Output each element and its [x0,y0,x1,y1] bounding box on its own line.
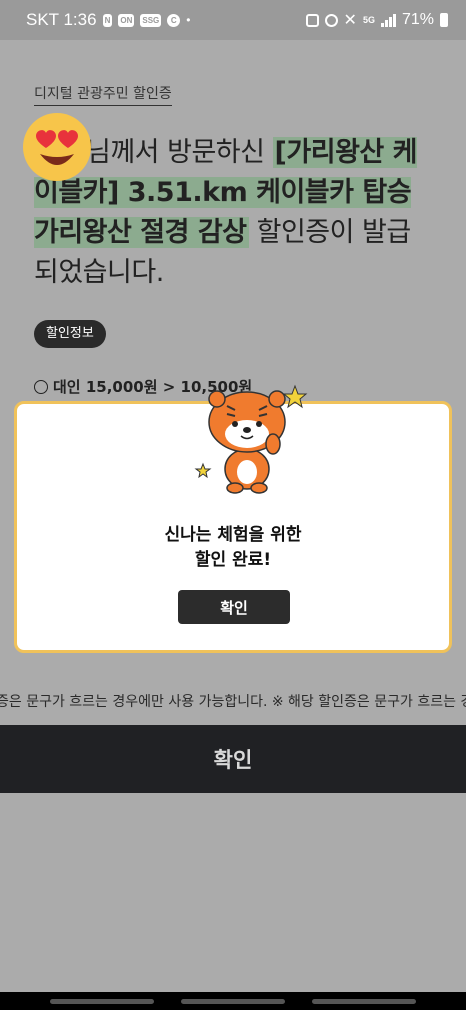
back-button[interactable] [312,999,416,1004]
modal-title-line-2: 할인 완료! [194,550,272,570]
ssg-notification-icon: SSG [140,13,162,27]
recent-apps-button[interactable] [50,999,154,1004]
scrolling-notice-text: 증은 문구가 흐르는 경우에만 사용 가능합니다. ※ 해당 할인증은 문구가 … [0,694,466,710]
heart-eyes-emoji-icon [23,113,91,181]
battery-icon [440,13,448,27]
bottom-confirm-button[interactable]: 확인 [0,725,466,793]
network-type: 5G [362,15,375,25]
modal-confirm-button[interactable]: 확인 [178,590,290,624]
page-headline: 님께서 방문하신 [가리왕산 케이블카] 3.51.km 케이블카 탑승 가리왕… [34,133,434,293]
on-notification-icon: ON [118,13,135,27]
headline-prefix: 님께서 방문하신 [86,137,273,168]
c-notification-icon: C [167,13,181,27]
discount-complete-modal: 신나는 체험을 위한 할인 완료! 확인 [14,384,452,653]
alarm-icon [324,13,338,27]
home-button[interactable] [181,999,285,1004]
system-navigation-bar [0,992,466,1010]
discount-info-tag: 할인정보 [34,320,106,348]
naver-notification-icon: N [102,13,113,27]
carrier-time: SKT 1:36 [26,10,97,29]
signal-icon [380,13,396,27]
scrolling-notice: 증은 문구가 흐르는 경우에만 사용 가능합니다. ※ 해당 할인증은 문구가 … [0,682,466,722]
status-bar: SKT 1:36 N ON SSG C • ✕ 5G 71% [0,0,466,40]
battery-percent: 71% [401,11,434,28]
screen-recorder-icon [305,13,319,27]
modal-title: 신나는 체험을 위한 할인 완료! [17,523,449,573]
modal-title-line-1: 신나는 체험을 위한 [164,525,302,545]
radio-icon[interactable] [34,379,48,394]
tiger-mascot-icon [194,384,308,494]
more-notifications-dot-icon: • [186,13,191,27]
mute-icon: ✕ [343,12,357,29]
breadcrumb: 디지털 관광주민 할인증 [34,83,172,106]
